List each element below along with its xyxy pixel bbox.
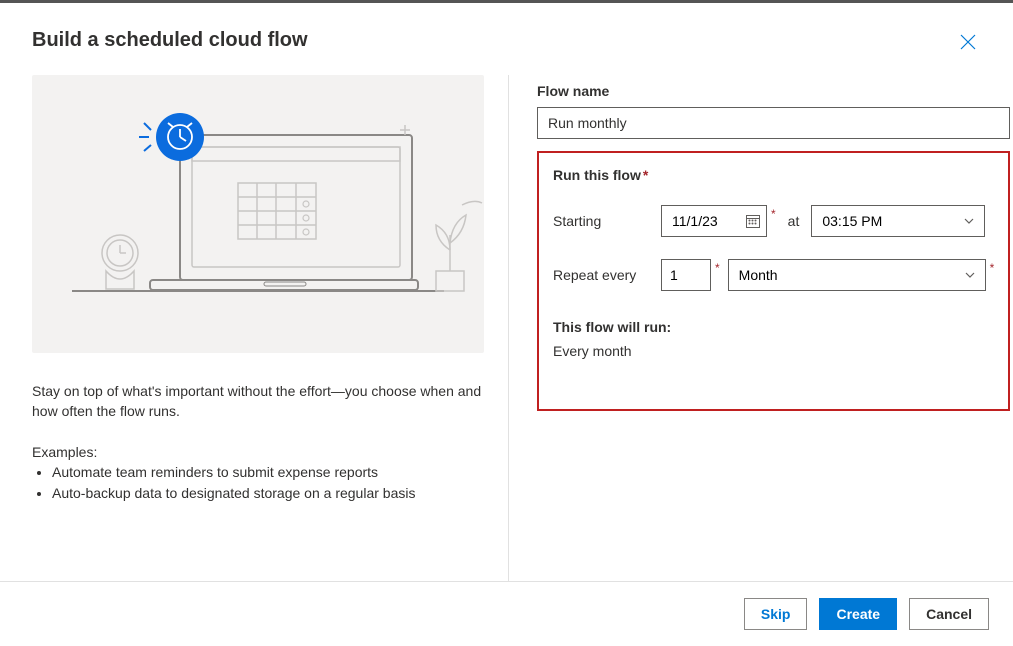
date-field-wrap — [661, 205, 767, 237]
dialog-body: Stay on top of what's important without … — [0, 75, 1013, 581]
close-icon — [959, 33, 977, 51]
right-column: Flow name Run this flow* Starting * at 0… — [508, 75, 1010, 581]
time-select-wrap: 03:15 PM — [811, 205, 985, 237]
close-button[interactable] — [955, 29, 981, 59]
create-button[interactable]: Create — [819, 598, 897, 630]
left-column: Stay on top of what's important without … — [32, 75, 484, 581]
dialog: Build a scheduled cloud flow — [0, 0, 1013, 646]
dialog-title: Build a scheduled cloud flow — [32, 29, 308, 52]
repeat-row: Repeat every * Month * — [553, 259, 994, 291]
example-item: Automate team reminders to submit expens… — [52, 462, 484, 484]
flow-summary-heading: This flow will run: — [553, 319, 994, 335]
repeat-unit-select[interactable]: Month — [728, 259, 986, 291]
starting-label: Starting — [553, 213, 653, 229]
illustration — [32, 75, 484, 353]
examples-list: Automate team reminders to submit expens… — [32, 462, 484, 505]
flow-summary-text: Every month — [553, 343, 994, 359]
run-this-flow-label-text: Run this flow — [553, 167, 641, 183]
run-this-flow-label: Run this flow* — [553, 167, 994, 183]
flow-name-label: Flow name — [537, 83, 1010, 99]
skip-button[interactable]: Skip — [744, 598, 808, 630]
required-asterisk: * — [771, 207, 776, 221]
required-asterisk: * — [990, 261, 995, 275]
starting-time-select[interactable]: 03:15 PM — [811, 205, 985, 237]
repeat-count-input[interactable] — [661, 259, 711, 291]
required-asterisk: * — [643, 167, 648, 183]
examples-heading: Examples: — [32, 444, 484, 460]
cancel-button[interactable]: Cancel — [909, 598, 989, 630]
required-asterisk: * — [715, 261, 720, 275]
starting-row: Starting * at 03:15 PM — [553, 205, 994, 237]
run-this-flow-section: Run this flow* Starting * at 03:15 PM — [537, 151, 1010, 411]
illustration-graphic — [32, 75, 484, 353]
starting-date-input[interactable] — [661, 205, 767, 237]
description-text: Stay on top of what's important without … — [32, 381, 484, 422]
at-label: at — [788, 213, 800, 229]
unit-select-wrap: Month — [728, 259, 986, 291]
dialog-header: Build a scheduled cloud flow — [0, 3, 1013, 75]
example-item: Auto-backup data to designated storage o… — [52, 483, 484, 505]
flow-name-input[interactable] — [537, 107, 1010, 139]
repeat-every-label: Repeat every — [553, 267, 653, 283]
dialog-footer: Skip Create Cancel — [0, 581, 1013, 646]
